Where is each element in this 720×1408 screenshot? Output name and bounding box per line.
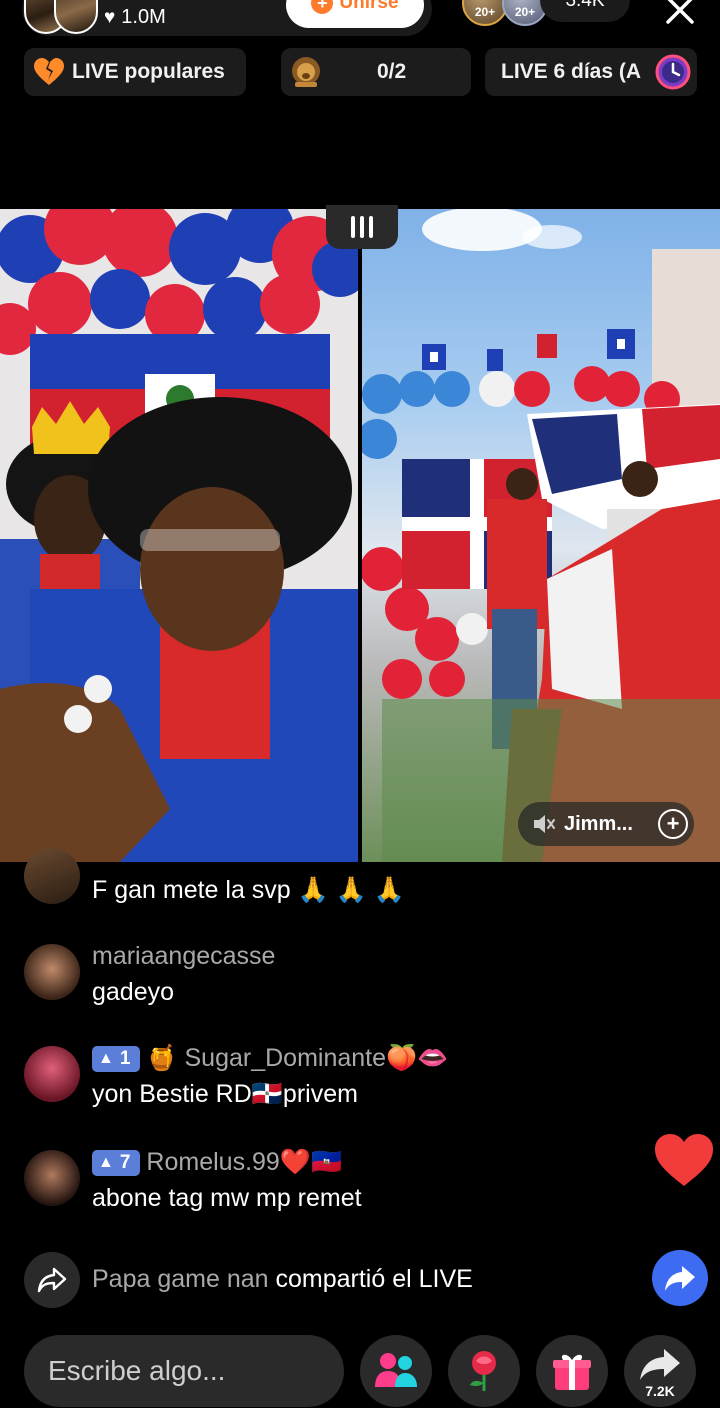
avatar[interactable] — [24, 1150, 80, 1206]
triangle-icon: ▲ — [98, 1049, 114, 1067]
guest-video-frame — [362, 209, 720, 862]
share-event-icon — [24, 1252, 80, 1308]
live-days-chip[interactable]: LIVE 6 días (A — [485, 48, 697, 96]
triangle-icon: ▲ — [98, 1153, 114, 1171]
share-arrow-icon — [640, 1349, 680, 1380]
clock-icon — [655, 54, 691, 90]
share-event-text: Papa game nan compartió el LIVE — [92, 1265, 473, 1294]
multi-guest-button[interactable] — [360, 1335, 432, 1407]
comment-text: abone tag mw mp remet — [92, 1184, 362, 1212]
share-arrow-icon — [665, 1266, 695, 1291]
share-event: Papa game nan compartió el LIVE — [24, 1250, 708, 1310]
join-button[interactable]: + Unirse — [286, 0, 424, 28]
fan-level-badge: ▲ 1 — [92, 1045, 141, 1072]
bar-icon — [351, 216, 355, 238]
comment-username[interactable]: ▲ 7 Romelus.99❤️🇭🇹 — [92, 1148, 342, 1177]
level-value: 0/2 — [377, 60, 407, 83]
people-icon — [375, 1353, 417, 1387]
share-button[interactable]: 7.2K — [624, 1335, 696, 1407]
broken-heart-icon — [34, 58, 64, 85]
guest-video[interactable] — [362, 209, 720, 862]
username-text: 🍯 Sugar_Dominante🍑👄 — [146, 1044, 449, 1072]
join-label: Unirse — [339, 0, 399, 13]
comment-text: yon Bestie RD🇩🇴privem — [92, 1080, 358, 1108]
popular-live-chip[interactable]: LIVE populares — [24, 48, 246, 96]
comment-item[interactable]: ▲ 7 Romelus.99❤️🇭🇹 abone tag mw mp remet — [24, 1148, 624, 1214]
comment-username[interactable]: ▲ 1 🍯 Sugar_Dominante🍑👄 — [92, 1044, 448, 1073]
live-days-label: LIVE 6 días (A — [501, 60, 642, 83]
heart-icon: ♥ — [104, 6, 116, 28]
badge-label: 20+ — [474, 5, 496, 19]
comment-item[interactable]: F gan mete la svp 🙏 🙏 🙏 — [24, 848, 624, 912]
muted-speaker-icon — [534, 815, 555, 833]
comment-item[interactable]: ▲ 1 🍯 Sugar_Dominante🍑👄 yon Bestie RD🇩🇴pr… — [24, 1044, 664, 1110]
likes-count: ♥ 1.0M — [104, 6, 166, 29]
follow-plus-icon[interactable]: + — [658, 809, 688, 839]
host-video[interactable] — [0, 209, 358, 862]
host-avatars[interactable] — [24, 0, 98, 34]
host-video-frame — [0, 209, 358, 862]
popular-label: LIVE populares — [72, 60, 225, 83]
share-action: compartió el LIVE — [268, 1265, 473, 1293]
guest-name-tag[interactable]: Jimm... + — [518, 802, 694, 846]
avatar[interactable] — [24, 848, 80, 904]
layout-toggle-button[interactable] — [326, 205, 398, 249]
avatar[interactable] — [24, 1046, 80, 1102]
clouds-image — [422, 209, 582, 251]
plus-icon: + — [311, 0, 334, 14]
gift-icon — [553, 1354, 591, 1390]
comment-placeholder: Escribe algo... — [48, 1355, 226, 1386]
guest-name: Jimm... — [564, 812, 633, 835]
comment-text: gadeyo — [92, 978, 175, 1006]
badge-level: 7 — [119, 1151, 131, 1173]
small-flags-image — [422, 329, 635, 371]
avatar[interactable] — [24, 944, 80, 1000]
bar-icon — [360, 216, 364, 238]
likes-value: 1.0M — [121, 6, 166, 28]
heart-icon[interactable] — [655, 1132, 713, 1190]
close-icon[interactable] — [662, 0, 698, 28]
lion-icon — [292, 57, 320, 87]
comment-username[interactable]: mariaangecasse — [92, 942, 275, 971]
rose-gift-button[interactable] — [448, 1335, 520, 1407]
fan-level-badge: ▲ 7 — [92, 1149, 141, 1176]
comment-input[interactable]: Escribe algo... — [24, 1335, 344, 1407]
share-live-button[interactable] — [652, 1250, 708, 1306]
badge-label: 20+ — [514, 5, 536, 19]
viewer-count[interactable]: 3.4K — [540, 0, 630, 22]
comment-text: F gan mete la svp 🙏 🙏 🙏 — [92, 876, 405, 904]
username-text: mariaangecasse — [92, 942, 276, 970]
level-chip[interactable]: 0/2 — [281, 48, 471, 96]
top-viewers[interactable]: 20+ 20+ — [462, 0, 548, 26]
rose-icon — [470, 1351, 496, 1391]
username-text: Romelus.99❤️🇭🇹 — [146, 1148, 343, 1176]
share-user-name[interactable]: Papa game nan — [92, 1265, 269, 1293]
share-arrow-icon — [37, 1267, 67, 1293]
balloons-image — [0, 209, 358, 355]
bar-icon — [369, 216, 373, 238]
badge-level: 1 — [119, 1047, 131, 1069]
share-count: 7.2K — [645, 1383, 675, 1399]
cohost-avatar[interactable] — [54, 0, 98, 34]
comment-item[interactable]: mariaangecasse gadeyo — [24, 942, 624, 1008]
viewer-count-value: 3.4K — [565, 0, 605, 11]
gift-button[interactable] — [536, 1335, 608, 1407]
